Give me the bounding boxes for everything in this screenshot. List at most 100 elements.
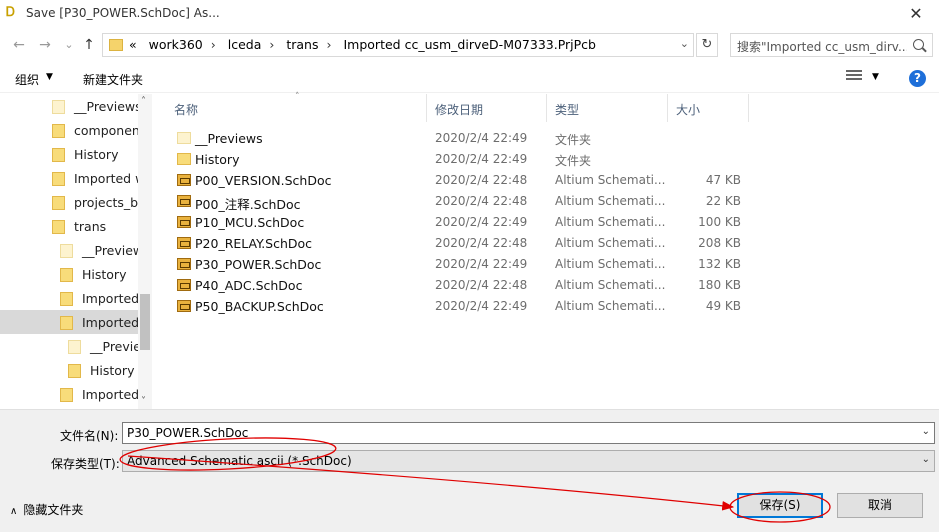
schematic-file-icon xyxy=(177,258,191,270)
file-name: P00_VERSION.SchDoc xyxy=(195,173,332,188)
tree-item-label: __Preview xyxy=(82,243,138,258)
file-name: __Previews xyxy=(195,131,263,146)
file-list: 名称 ˄ 修改日期 类型 大小 __Previews 2020/2/4 22:49… xyxy=(165,92,939,409)
file-row[interactable]: History 2020/2/4 22:49 文件夹 xyxy=(165,149,939,170)
up-arrow-icon[interactable]: ↑ xyxy=(80,36,98,54)
file-size: 22 KB xyxy=(705,194,741,208)
folder-icon xyxy=(52,124,65,138)
folder-icon xyxy=(52,100,65,114)
chevron-down-icon[interactable]: ⌄ xyxy=(922,454,930,465)
tree-item[interactable]: __Previe xyxy=(0,334,138,358)
file-date: 2020/2/4 22:49 xyxy=(435,131,528,145)
tree-item-label: projects_ba xyxy=(74,195,138,210)
search-input[interactable]: 搜索"Imported cc_usm_dirv... xyxy=(730,33,933,57)
folder-icon xyxy=(60,292,73,306)
column-date-label: 修改日期 xyxy=(435,103,484,117)
close-button[interactable]: ✕ xyxy=(893,0,939,28)
file-row[interactable]: P50_BACKUP.SchDoc 2020/2/4 22:49 Altium Sc… xyxy=(165,296,939,317)
chevron-down-icon[interactable]: ⌄ xyxy=(680,37,689,50)
scroll-up-icon[interactable]: ˄ xyxy=(141,96,146,107)
column-name-label: 名称 xyxy=(174,103,199,117)
back-arrow-icon[interactable]: ← xyxy=(10,36,28,54)
hide-folders-toggle[interactable]: ∧ 隐藏文件夹 xyxy=(10,501,83,518)
schematic-file-icon xyxy=(177,216,191,228)
file-size: 49 KB xyxy=(705,299,741,313)
tree-item[interactable]: Imported xyxy=(0,310,138,334)
tree-item-label: Imported xyxy=(82,387,138,402)
tree-item[interactable]: projects_ba xyxy=(0,190,138,214)
schematic-file-icon xyxy=(177,279,191,291)
file-row[interactable]: P30_POWER.SchDoc 2020/2/4 22:49 Altium Sch… xyxy=(165,254,939,275)
file-date: 2020/2/4 22:49 xyxy=(435,152,528,166)
breadcrumb-project[interactable]: Imported cc_usm_dirveD-M07333.PrjPcb xyxy=(343,37,596,52)
tree-item-label: Imported xyxy=(82,315,138,330)
folder-icon xyxy=(52,148,65,162)
chevron-right-icon[interactable]: › xyxy=(327,37,332,52)
column-divider[interactable] xyxy=(748,94,749,122)
file-name: P30_POWER.SchDoc xyxy=(195,257,322,272)
recent-locations-icon[interactable]: ⌄ xyxy=(60,36,78,54)
breadcrumb-work360[interactable]: work360 xyxy=(149,37,203,52)
file-type: 文件夹 xyxy=(555,154,592,168)
chevron-down-icon[interactable]: ⌄ xyxy=(922,426,930,437)
tree-item[interactable]: Imported xyxy=(0,286,138,310)
tree-item[interactable]: History xyxy=(0,142,138,166)
tree-item[interactable]: __Previews xyxy=(0,94,138,118)
search-icon[interactable] xyxy=(913,39,924,50)
filetype-select[interactable]: Advanced Schematic ascii (*.SchDoc) ⌄ xyxy=(122,450,935,472)
filename-input[interactable] xyxy=(123,423,903,443)
file-size: 132 KB xyxy=(698,257,741,271)
navigation-tree: __Previews componen History Imported w proje… xyxy=(0,94,152,409)
folder-icon xyxy=(52,196,65,210)
window-title: Save [P30_POWER.SchDoc] As... xyxy=(26,6,220,20)
chevron-down-icon[interactable]: ▼ xyxy=(872,72,879,82)
breadcrumb-overflow[interactable]: « xyxy=(129,37,137,52)
cancel-button[interactable]: 取消 xyxy=(837,493,923,518)
file-size: 47 KB xyxy=(705,173,741,187)
refresh-icon[interactable]: ↻ xyxy=(696,33,718,57)
file-row[interactable]: __Previews 2020/2/4 22:49 文件夹 xyxy=(165,128,939,149)
tree-item[interactable]: componen xyxy=(0,118,138,142)
file-row[interactable]: P40_ADC.SchDoc 2020/2/4 22:48 Altium Schem… xyxy=(165,275,939,296)
file-row[interactable]: P00_VERSION.SchDoc 2020/2/4 22:48 Altium S… xyxy=(165,170,939,191)
breadcrumb-lceda[interactable]: lceda xyxy=(228,37,262,52)
folder-icon xyxy=(60,388,73,402)
file-row[interactable]: P20_RELAY.SchDoc 2020/2/4 22:48 Altium Sch… xyxy=(165,233,939,254)
file-size: 100 KB xyxy=(698,215,741,229)
schematic-file-icon xyxy=(177,237,191,249)
tree-item[interactable]: History xyxy=(0,358,138,382)
tree-item[interactable]: __Preview xyxy=(0,238,138,262)
new-folder-button[interactable]: 新建文件夹 xyxy=(83,71,143,88)
chevron-right-icon[interactable]: › xyxy=(211,37,216,52)
tree-item-label: History xyxy=(82,267,127,282)
chevron-right-icon[interactable]: › xyxy=(269,37,274,52)
scroll-thumb[interactable] xyxy=(140,294,150,350)
save-button[interactable]: 保存(S) xyxy=(737,493,823,518)
help-icon[interactable]: ? xyxy=(909,70,926,87)
file-row[interactable]: P00_注释.SchDoc 2020/2/4 22:48 Altium Schema… xyxy=(165,191,939,212)
organize-button[interactable]: 组织 xyxy=(15,71,39,88)
address-bar[interactable]: « work360 › lceda › trans › Imported cc_usm… xyxy=(102,33,694,57)
column-header-type[interactable]: 类型 xyxy=(546,94,666,122)
tree-scrollbar[interactable]: ˄ ˅ xyxy=(138,94,152,409)
filename-label: 文件名(N): xyxy=(60,429,119,443)
column-header-date[interactable]: 修改日期 xyxy=(426,94,546,122)
column-header-size[interactable]: 大小 xyxy=(667,94,747,122)
tree-item[interactable]: trans xyxy=(0,214,138,238)
tree-item[interactable]: Imported xyxy=(0,382,138,406)
scroll-down-icon[interactable]: ˅ xyxy=(141,396,146,407)
file-type: Altium Schemati... xyxy=(555,299,666,313)
file-date: 2020/2/4 22:49 xyxy=(435,299,528,313)
tree-item[interactable]: Imported w xyxy=(0,166,138,190)
breadcrumb-trans[interactable]: trans xyxy=(286,37,318,52)
chevron-down-icon[interactable]: ▼ xyxy=(46,72,53,82)
search-placeholder: 搜索"Imported cc_usm_dirv... xyxy=(737,40,907,54)
view-options-icon[interactable] xyxy=(846,70,862,84)
folder-icon xyxy=(68,364,81,378)
toolbar: 组织 ▼ 新建文件夹 ▼ ? xyxy=(0,63,939,93)
filename-field[interactable]: ⌄ xyxy=(122,422,935,444)
tree-item[interactable]: History xyxy=(0,262,138,286)
forward-arrow-icon[interactable]: → xyxy=(36,36,54,54)
file-row[interactable]: P10_MCU.SchDoc 2020/2/4 22:49 Altium Schem… xyxy=(165,212,939,233)
column-header-name[interactable]: 名称 ˄ xyxy=(165,92,425,122)
